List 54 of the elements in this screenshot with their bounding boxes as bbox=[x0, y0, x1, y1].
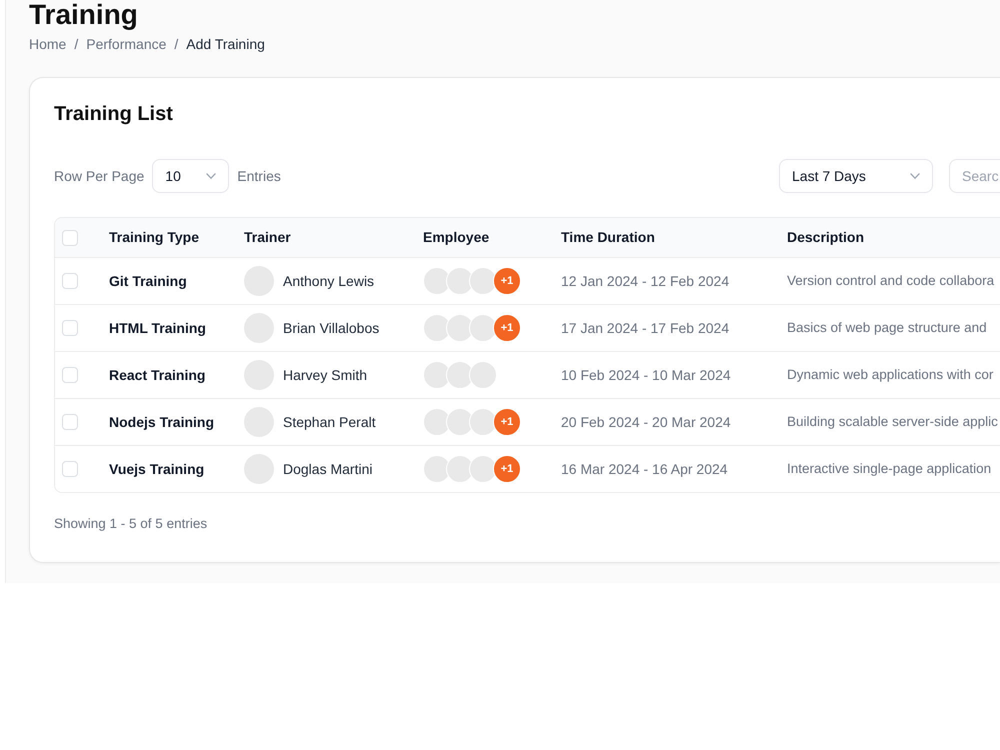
column-header: Employee bbox=[423, 229, 490, 245]
training-type-text: HTML Training bbox=[109, 320, 206, 336]
date-range-text: 16 Mar 2024 - 16 Apr 2024 bbox=[561, 460, 728, 476]
date-range-text: 12 Jan 2024 - 12 Feb 2024 bbox=[561, 272, 730, 288]
trainer-name: Brian Villalobos bbox=[283, 318, 380, 338]
row-checkbox[interactable] bbox=[62, 273, 78, 289]
breadcrumb-link[interactable]: Home bbox=[29, 34, 66, 54]
select-all-checkbox[interactable] bbox=[62, 230, 78, 246]
row-checkbox[interactable] bbox=[62, 320, 78, 336]
date-range-text: 17 Jan 2024 - 17 Feb 2024 bbox=[561, 320, 730, 336]
employee-avatar-icon bbox=[469, 408, 497, 436]
more-employees-badge: +1 bbox=[493, 267, 521, 295]
description-text: Interactive single-page application bbox=[787, 461, 992, 476]
entries-label: Entries bbox=[237, 166, 281, 186]
search-field[interactable]: Searc bbox=[949, 159, 1000, 193]
chevron-down-icon bbox=[910, 173, 920, 179]
date-range-text: 10 Feb 2024 - 10 Mar 2024 bbox=[561, 366, 731, 382]
description-text: Version control and code collabora bbox=[787, 273, 994, 288]
more-employees-badge: +1 bbox=[493, 408, 521, 436]
employee-avatar-icon bbox=[469, 455, 497, 483]
rows-per-page-label: Row Per Page bbox=[54, 166, 144, 186]
row-checkbox[interactable] bbox=[62, 461, 78, 477]
breadcrumb-separator: / bbox=[74, 35, 78, 54]
breadcrumb-current: Add Training bbox=[186, 35, 265, 54]
training-type-text: Nodejs Training bbox=[109, 414, 214, 430]
column-header: Time Duration bbox=[561, 229, 655, 245]
more-employees-badge: +1 bbox=[493, 314, 521, 342]
rows-per-page-select[interactable]: 10 bbox=[152, 159, 230, 193]
more-employees-badge: +1 bbox=[493, 455, 521, 483]
column-header: Training Type bbox=[109, 229, 199, 245]
trainer-name: Stephan Peralt bbox=[283, 412, 376, 432]
employee-avatar-icon bbox=[469, 267, 497, 295]
date-range-text: 20 Feb 2024 - 20 Mar 2024 bbox=[561, 414, 731, 430]
description-text: Basics of web page structure and bbox=[787, 320, 987, 336]
employee-avatar-icon bbox=[469, 314, 497, 342]
trainer-name: Harvey Smith bbox=[283, 366, 368, 385]
description-text: Dynamic web applications with cor bbox=[787, 367, 994, 382]
breadcrumb-link[interactable]: Performance bbox=[86, 34, 166, 54]
chevron-down-icon bbox=[206, 173, 216, 179]
date-range-select[interactable]: Last 7 Days bbox=[779, 159, 933, 193]
description-text: Building scalable server-side applic bbox=[787, 414, 998, 430]
training-type-text: Vuejs Training bbox=[109, 460, 204, 476]
card-title: Training List bbox=[54, 102, 174, 126]
trainer-name: Anthony Lewis bbox=[283, 272, 374, 291]
breadcrumb-separator: / bbox=[174, 35, 178, 54]
entries-summary: Showing 1 - 5 of 5 entries bbox=[54, 515, 208, 533]
trainer-name: Doglas Martini bbox=[283, 460, 372, 479]
page-title: Training bbox=[29, 0, 139, 30]
row-checkbox[interactable] bbox=[62, 367, 78, 383]
training-type-text: React Training bbox=[109, 366, 206, 382]
column-header: Description bbox=[787, 229, 864, 245]
training-type-text: Git Training bbox=[109, 272, 187, 288]
column-header: Trainer bbox=[244, 229, 291, 245]
row-checkbox[interactable] bbox=[62, 414, 78, 430]
